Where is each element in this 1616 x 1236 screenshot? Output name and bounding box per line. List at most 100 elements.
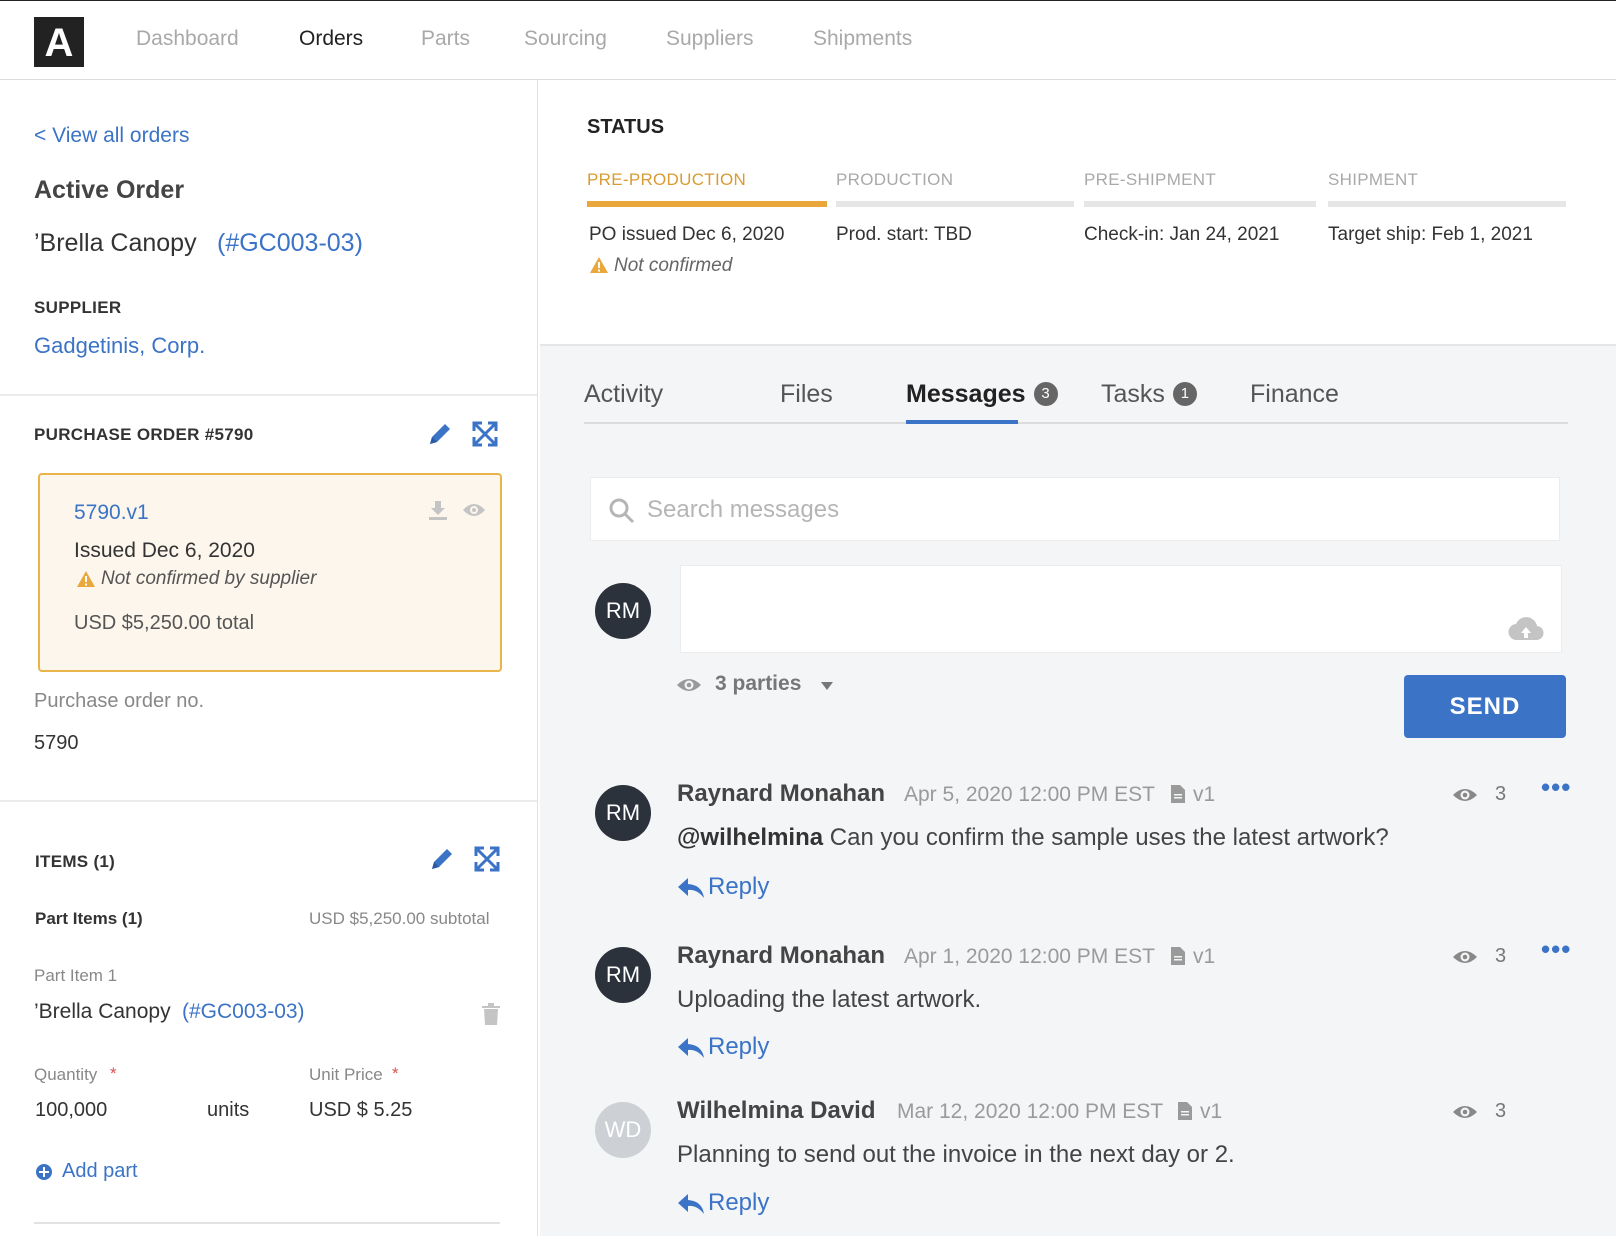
add-part-button[interactable]: Add part <box>62 1160 138 1183</box>
tab-messages-label: Messages <box>906 380 1026 408</box>
warning-icon <box>589 256 609 279</box>
preview-eye-icon[interactable] <box>462 501 486 519</box>
po-confirmation-warning: Not confirmed by supplier <box>101 568 317 589</box>
nav-sourcing[interactable]: Sourcing <box>524 27 607 51</box>
messages-count-badge: 3 <box>1033 382 1058 406</box>
parties-dropdown[interactable]: 3 parties <box>715 672 801 696</box>
tab-files[interactable]: Files <box>780 380 833 409</box>
part-items-label: Part Items (1) <box>35 909 143 928</box>
nav-dashboard[interactable]: Dashboard <box>136 27 239 51</box>
document-icon <box>1170 784 1186 809</box>
tasks-count-badge: 1 <box>1172 382 1197 406</box>
views-eye-icon <box>1452 1103 1478 1126</box>
tab-activity[interactable]: Activity <box>584 380 663 409</box>
message-mention[interactable]: @wilhelmina <box>677 824 823 851</box>
stage-pre-shipment-value: Check-in: Jan 24, 2021 <box>1084 224 1280 245</box>
supplier-link[interactable]: Gadgetinis, Corp. <box>34 333 205 359</box>
tab-finance[interactable]: Finance <box>1250 380 1339 409</box>
detail-tabs: Activity Files Messages 3 Tasks 1 Finance <box>584 380 1568 424</box>
app-logo[interactable]: A <box>34 17 84 67</box>
part-item-label: Part Item 1 <box>34 966 118 985</box>
po-total: USD $5,250.00 total <box>74 612 255 634</box>
avatar: RM <box>595 583 651 639</box>
nav-orders[interactable]: Orders <box>299 27 363 51</box>
message-text: Planning to send out the invoice in the … <box>677 1141 1235 1168</box>
upload-cloud-icon[interactable] <box>1508 616 1544 647</box>
message-version[interactable]: v1 <box>1193 783 1215 807</box>
message-version[interactable]: v1 <box>1193 945 1215 969</box>
message-compose-field[interactable] <box>680 565 1562 653</box>
status-section: STATUS PRE-PRODUCTION PO issued Dec 6, 2… <box>540 80 1616 346</box>
expand-items-icon[interactable] <box>473 845 501 873</box>
po-version-link[interactable]: 5790.v1 <box>74 501 149 525</box>
stage-pre-production-label: PRE-PRODUCTION <box>587 170 747 189</box>
add-circle-icon[interactable] <box>35 1163 53 1186</box>
quantity-required-mark: * <box>110 1064 117 1083</box>
search-icon <box>609 498 635 529</box>
stage-shipment-label: SHIPMENT <box>1328 170 1419 189</box>
quantity-field[interactable]: 100,000 <box>35 1099 107 1122</box>
order-detail-panel: STATUS PRE-PRODUCTION PO issued Dec 6, 2… <box>540 80 1616 1236</box>
tab-tasks[interactable]: Tasks 1 <box>1101 380 1197 409</box>
search-messages-input[interactable]: Search messages <box>590 477 1560 541</box>
view-all-orders-link[interactable]: < View all orders <box>34 124 189 148</box>
stage-production-value: Prod. start: TBD <box>836 224 972 245</box>
items-title: ITEMS (1) <box>35 852 116 871</box>
download-icon[interactable] <box>427 499 449 521</box>
po-number-label: Purchase order no. <box>34 690 205 712</box>
views-eye-icon <box>1452 948 1478 971</box>
edit-items-pencil-icon[interactable] <box>428 845 456 873</box>
tab-messages[interactable]: Messages 3 <box>906 380 1058 409</box>
reply-button[interactable]: Reply <box>708 873 769 901</box>
message-body: @wilhelmina Can you confirm the sample u… <box>677 824 1389 852</box>
purchase-order-title: PURCHASE ORDER #5790 <box>34 425 254 444</box>
items-subtotal: USD $5,250.00 subtotal <box>309 909 490 928</box>
delete-trash-icon[interactable] <box>481 1003 501 1025</box>
expand-po-icon[interactable] <box>471 420 499 448</box>
stage-pre-production-note: Not confirmed <box>614 255 733 276</box>
nav-suppliers[interactable]: Suppliers <box>666 27 754 51</box>
active-order-heading: Active Order <box>34 176 185 204</box>
reply-arrow-icon[interactable] <box>677 1037 705 1064</box>
supplier-label: SUPPLIER <box>34 298 122 317</box>
stage-pre-production-bar <box>587 201 827 207</box>
message-author: Raynard Monahan <box>677 942 886 969</box>
message-version[interactable]: v1 <box>1200 1100 1222 1124</box>
part-item-name: ’Brella Canopy <box>34 1000 171 1023</box>
stage-pre-shipment-label: PRE-SHIPMENT <box>1084 170 1217 189</box>
unit-price-required-mark: * <box>392 1064 399 1083</box>
reply-button[interactable]: Reply <box>708 1033 769 1061</box>
avatar: WD <box>595 1102 651 1158</box>
more-options-icon[interactable]: ••• <box>1541 934 1571 965</box>
order-code-link[interactable]: (#GC003-03) <box>217 229 363 258</box>
nav-parts[interactable]: Parts <box>421 27 470 51</box>
order-name: ’Brella Canopy <box>34 229 197 257</box>
stage-shipment-value: Target ship: Feb 1, 2021 <box>1328 224 1533 245</box>
reply-arrow-icon[interactable] <box>677 1193 705 1220</box>
stage-production-bar <box>836 201 1074 207</box>
views-count: 3 <box>1495 783 1507 805</box>
quantity-unit: units <box>207 1099 250 1121</box>
visibility-eye-icon <box>676 676 702 699</box>
stage-pre-production-value: PO issued Dec 6, 2020 <box>589 224 785 245</box>
reply-button[interactable]: Reply <box>708 1189 769 1217</box>
more-options-icon[interactable]: ••• <box>1541 772 1571 803</box>
unit-price-label: Unit Price <box>309 1065 383 1084</box>
message-text: Uploading the latest artwork. <box>677 986 982 1013</box>
nav-shipments[interactable]: Shipments <box>813 27 912 51</box>
views-count: 3 <box>1495 1100 1507 1122</box>
part-item-code-link[interactable]: (#GC003-03) <box>182 1000 305 1024</box>
po-version-card[interactable]: 5790.v1 Issued Dec 6, 2020 Not confirmed… <box>38 473 502 672</box>
edit-po-pencil-icon[interactable] <box>426 420 454 448</box>
stage-production-label: PRODUCTION <box>836 170 954 189</box>
document-icon <box>1177 1101 1193 1126</box>
reply-arrow-icon[interactable] <box>677 877 705 904</box>
send-button[interactable]: SEND <box>1404 675 1566 738</box>
divider <box>0 800 537 802</box>
unit-price-field[interactable]: USD $ 5.25 <box>309 1099 412 1122</box>
search-placeholder: Search messages <box>647 496 840 523</box>
warning-icon <box>76 570 96 593</box>
message-author: Raynard Monahan <box>677 780 886 807</box>
message-date: Mar 12, 2020 12:00 PM EST <box>897 1100 1164 1123</box>
caret-down-icon[interactable] <box>820 678 834 696</box>
